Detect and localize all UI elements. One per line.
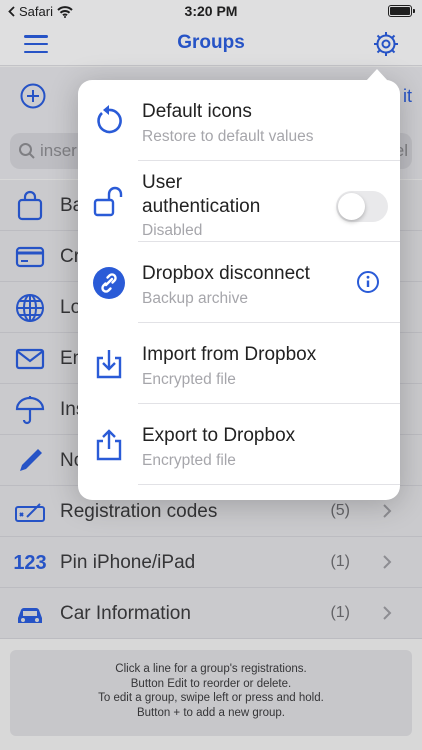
restore-icon [97, 105, 122, 134]
link-icon [93, 267, 125, 299]
list-item[interactable]: Car Information (1) [0, 588, 422, 639]
signature-icon [15, 503, 45, 522]
umbrella-icon [15, 396, 45, 425]
menu-item-title: User authentication [142, 171, 260, 219]
list-item[interactable]: 123 Pin iPhone/iPad (1) [0, 537, 422, 588]
menu-item-default-icons[interactable]: Default icons Restore to default values [78, 80, 400, 161]
chevron-right-icon [383, 606, 392, 620]
toggle-knob [338, 193, 365, 220]
edit-button[interactable]: it [403, 86, 412, 107]
chevron-right-icon [383, 555, 392, 569]
menu-item-subtitle: Encrypted file [142, 452, 236, 469]
group-count: (5) [330, 502, 350, 519]
search-icon [19, 143, 35, 159]
globe-icon [16, 294, 44, 322]
status-time: 3:20 PM [184, 3, 238, 19]
menu-item-title: Export to Dropbox [142, 425, 296, 446]
menu-item-subtitle: Disabled [142, 222, 203, 239]
search-placeholder: inser [40, 141, 77, 160]
menu-item-title-line: User [142, 172, 183, 193]
group-label: Car Information [60, 603, 191, 624]
menu-item-subtitle: Encrypted file [142, 371, 236, 388]
envelope-icon [15, 348, 45, 370]
menu-item-user-authentication[interactable]: User authentication Disabled [78, 161, 400, 242]
menu-item-title: Default icons [142, 101, 252, 122]
unlock-icon [93, 186, 123, 217]
help-line: Click a line for a group's registrations… [115, 663, 307, 675]
status-right [388, 5, 415, 17]
bag-icon [17, 190, 43, 221]
battery-fill [390, 7, 410, 15]
group-count: (1) [330, 553, 350, 570]
nav-bar: Groups [0, 22, 422, 66]
pencil-icon [20, 449, 42, 471]
export-icon [96, 429, 122, 461]
number-icon: 123 [13, 551, 47, 574]
page-title: Groups [177, 32, 245, 53]
help-line: Button + to add a new group. [136, 706, 285, 719]
status-bar: Safari 3:20 PM [0, 0, 422, 22]
help-line: To edit a group, swipe left or press and… [98, 692, 324, 704]
menu-item-export-dropbox[interactable]: Export to Dropbox Encrypted file [78, 404, 400, 485]
gear-icon[interactable] [372, 30, 400, 58]
chevron-right-icon [383, 504, 392, 518]
import-icon [96, 350, 122, 379]
menu-item-dropbox-disconnect[interactable]: Dropbox disconnect Backup archive [78, 242, 400, 323]
group-label: Registration codes [60, 501, 218, 522]
menu-item-import-dropbox[interactable]: Import from Dropbox Encrypted file [78, 323, 400, 404]
menu-item-subtitle: Restore to default values [142, 128, 314, 145]
group-count: (1) [330, 604, 350, 621]
menu-item-title: Dropbox disconnect [142, 263, 310, 284]
credit-card-icon [15, 246, 45, 268]
group-label: Pin iPhone/iPad [60, 552, 196, 573]
menu-item-subtitle: Backup archive [142, 290, 248, 307]
divider [138, 484, 400, 485]
settings-popover: Default icons Restore to default values … [78, 69, 400, 500]
battery-icon [388, 5, 415, 17]
menu-item-title: Import from Dropbox [142, 344, 317, 365]
user-authentication-toggle[interactable] [336, 191, 388, 222]
menu-item-title-line: authentication [142, 196, 261, 217]
plus-circle-icon[interactable] [20, 83, 46, 109]
help-line: Button Edit to reorder or delete. [130, 677, 292, 690]
car-icon [18, 608, 42, 623]
info-icon[interactable] [356, 270, 380, 294]
help-footer: Click a line for a group's registrations… [10, 650, 412, 736]
